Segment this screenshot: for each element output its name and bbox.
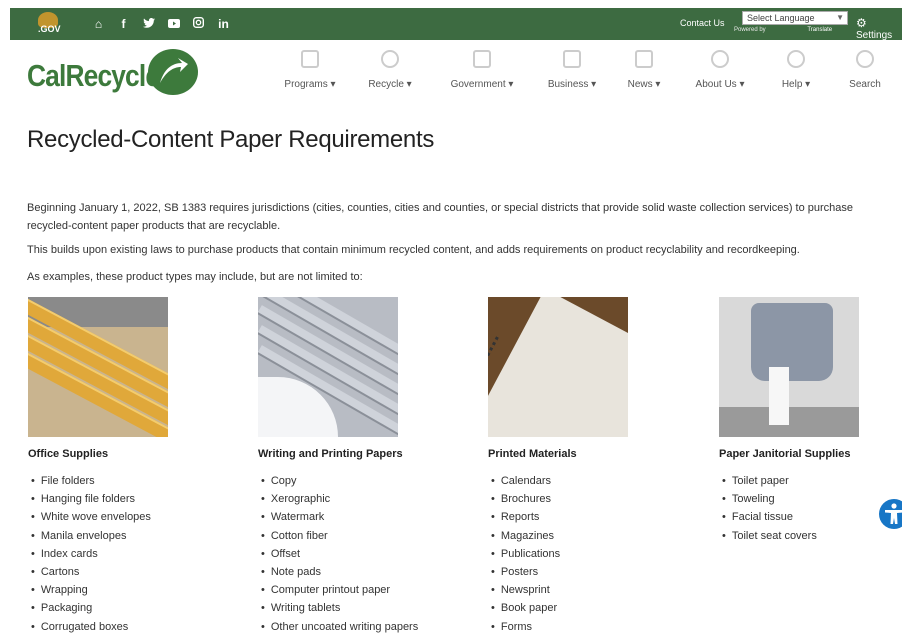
contact-us-link[interactable]: Contact Us — [680, 18, 725, 28]
list-item: Corrugated boxes — [28, 618, 151, 636]
capitol-icon — [473, 50, 491, 68]
list-item: Book paper — [488, 599, 560, 617]
nav-label: Search — [849, 79, 881, 90]
twitter-icon[interactable] — [136, 15, 161, 33]
list-item: Xerographic — [258, 490, 418, 508]
language-select-value: Select Language — [747, 13, 815, 23]
list-item: Forms — [488, 618, 560, 636]
paper-stacks-image — [258, 297, 398, 437]
notebook-image — [488, 297, 628, 437]
facebook-icon[interactable]: f — [111, 15, 136, 33]
youtube-icon[interactable] — [161, 15, 186, 33]
clipboard-icon — [301, 50, 319, 68]
list-item: Calendars — [488, 472, 560, 490]
home-icon[interactable]: ⌂ — [86, 15, 111, 33]
list-item: Toilet seat covers — [719, 527, 817, 545]
context-paragraph: This builds upon existing laws to purcha… — [27, 244, 800, 256]
list-item: Index cards — [28, 545, 151, 563]
category-list: File folders Hanging file folders White … — [28, 472, 151, 636]
category-printed-materials: Printed Materials Calendars Brochures Re… — [488, 297, 688, 633]
powered-by: Powered by Translate — [734, 27, 832, 33]
nav-label: Programs ▾ — [284, 79, 336, 90]
list-item: Newsprint — [488, 581, 560, 599]
nav-label: Business ▾ — [547, 79, 597, 90]
linkedin-icon[interactable]: in — [211, 15, 236, 33]
ca-gov-logo[interactable]: .GOV — [32, 12, 66, 36]
settings-label: Settings — [856, 30, 893, 41]
question-icon — [787, 50, 805, 68]
category-writing-printing: Writing and Printing Papers Copy Xerogra… — [258, 297, 458, 633]
list-item: Packaging — [28, 599, 151, 617]
nav-help[interactable]: Help ▾ — [756, 50, 836, 90]
list-item: Copy — [258, 472, 418, 490]
building-icon — [563, 50, 581, 68]
nav-government[interactable]: Government ▾ — [442, 50, 522, 90]
list-item: Note pads — [258, 563, 418, 581]
list-item: Offset — [258, 545, 418, 563]
list-item: Manila envelopes — [28, 527, 151, 545]
list-item: File folders — [28, 472, 151, 490]
list-item: Cotton fiber — [258, 527, 418, 545]
list-item: Other uncoated writing papers — [258, 618, 418, 636]
list-item: White wove envelopes — [28, 508, 151, 526]
list-item: Watermark — [258, 508, 418, 526]
nav-label: Government ▾ — [450, 79, 514, 90]
nav-about-us[interactable]: About Us ▾ — [680, 50, 760, 90]
category-janitorial: Paper Janitorial Supplies Toilet paper T… — [719, 297, 902, 542]
category-heading: Writing and Printing Papers — [258, 448, 403, 460]
nav-label: Help ▾ — [781, 79, 811, 90]
list-item: Magazines — [488, 527, 560, 545]
list-item: Publications — [488, 545, 560, 563]
list-item: Writing tablets — [258, 599, 418, 617]
nav-label: About Us ▾ — [695, 79, 745, 90]
list-item: Brochures — [488, 490, 560, 508]
accessibility-icon[interactable] — [879, 499, 902, 529]
category-heading: Printed Materials — [488, 448, 577, 460]
nav-news[interactable]: News ▾ — [604, 50, 684, 90]
file-folders-image — [28, 297, 168, 437]
list-item: Posters — [488, 563, 560, 581]
page-title: Recycled-Content Paper Requirements — [27, 126, 435, 153]
nav-programs[interactable]: Programs ▾ — [270, 50, 350, 90]
list-item: Facial tissue — [719, 508, 817, 526]
category-list: Copy Xerographic Watermark Cotton fiber … — [258, 472, 418, 636]
examples-paragraph: As examples, these product types may inc… — [27, 271, 363, 283]
social-links: ⌂ f in — [86, 15, 236, 33]
paper-towel-dispenser-image — [719, 297, 859, 437]
main-nav: Programs ▾ Recycle ▾ Government ▾ Busine… — [270, 50, 902, 96]
category-heading: Office Supplies — [28, 448, 109, 460]
calrecycle-logo[interactable]: CalRecycle — [27, 58, 160, 94]
intro-paragraph: Beginning January 1, 2022, SB 1383 requi… — [27, 202, 854, 232]
list-item: Cartons — [28, 563, 151, 581]
search-icon — [856, 50, 874, 68]
settings-button[interactable]: ⚙ Settings — [856, 16, 902, 41]
list-item: Reports — [488, 508, 560, 526]
nav-label: Recycle ▾ — [368, 79, 412, 90]
powered-by-text: Powered by — [734, 27, 766, 33]
list-item: Computer printout paper — [258, 581, 418, 599]
info-icon — [711, 50, 729, 68]
nav-label: News ▾ — [627, 79, 661, 90]
category-heading: Paper Janitorial Supplies — [719, 448, 851, 460]
translate-label[interactable]: Translate — [807, 27, 832, 33]
list-item: Wrapping — [28, 581, 151, 599]
list-item: Toilet paper — [719, 472, 817, 490]
category-list: Toilet paper Toweling Facial tissue Toil… — [719, 472, 817, 545]
category-office-supplies: Office Supplies File folders Hanging fil… — [28, 297, 228, 633]
category-list: Calendars Brochures Reports Magazines Pu… — [488, 472, 560, 636]
ca-gov-logo-text: .GOV — [38, 24, 61, 34]
utility-bar: .GOV ⌂ f in Contact Us Select Language ▼… — [10, 8, 902, 41]
newspaper-icon — [635, 50, 653, 68]
list-item: Hanging file folders — [28, 490, 151, 508]
list-item: Toweling — [719, 490, 817, 508]
nav-business[interactable]: Business ▾ — [532, 50, 612, 90]
gear-icon: ⚙ — [856, 16, 867, 30]
calrecycle-arrow-icon[interactable] — [148, 49, 198, 95]
nav-recycle[interactable]: Recycle ▾ — [350, 50, 430, 90]
nav-search[interactable]: Search — [825, 50, 902, 90]
chevron-down-icon: ▼ — [836, 13, 844, 22]
recycle-icon — [381, 50, 399, 68]
instagram-icon[interactable] — [186, 15, 211, 33]
language-select[interactable]: Select Language ▼ — [742, 11, 848, 25]
